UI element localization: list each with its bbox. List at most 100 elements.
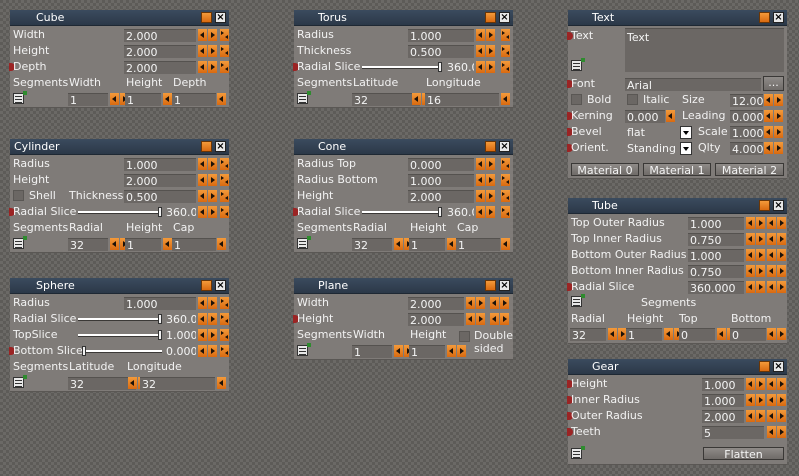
height-field[interactable]: 2.000: [124, 45, 196, 58]
collapse-button[interactable]: [759, 200, 770, 211]
bottom-inner-radius-field[interactable]: 0.750: [688, 265, 744, 278]
radial-slice-spin-arrows-icon[interactable]: [746, 281, 766, 293]
height-field[interactable]: 2.000: [408, 313, 464, 326]
radial-slice-spin-icon[interactable]: [220, 206, 229, 218]
menu-icon[interactable]: [13, 375, 27, 388]
top-inner-spin-arrows-icon[interactable]: [746, 233, 766, 245]
radial-slice-value[interactable]: 360.000: [445, 61, 474, 74]
segments-depth-field[interactable]: 1: [172, 93, 216, 106]
bottom-slice-spin-icon[interactable]: [220, 345, 229, 357]
bottom-slice-slider[interactable]: [82, 345, 162, 358]
menu-icon[interactable]: [297, 236, 311, 249]
slider-knob[interactable]: [82, 346, 86, 356]
width-spin-icon[interactable]: [220, 29, 229, 41]
orient-dropdown-arrow-icon[interactable]: [680, 142, 692, 155]
menu-icon[interactable]: [571, 58, 585, 71]
top-outer-radius-field[interactable]: 1.000: [688, 217, 744, 230]
segments-bottom-field[interactable]: 0: [730, 328, 766, 341]
segments-cap-field[interactable]: 1: [456, 238, 500, 251]
radius-spin-arrows-icon[interactable]: [198, 297, 218, 309]
height-spin-icon[interactable]: [490, 313, 510, 325]
bevel-dropdown-arrow-icon[interactable]: [680, 126, 692, 139]
width-field[interactable]: 2.000: [124, 29, 196, 42]
height-spin-arrows-icon[interactable]: [198, 174, 218, 186]
close-icon[interactable]: ×: [773, 12, 784, 23]
radius-field[interactable]: 1.000: [124, 158, 196, 171]
menu-icon[interactable]: [297, 343, 311, 356]
size-spin-icon[interactable]: [764, 94, 784, 106]
orient-select[interactable]: Standing: [625, 142, 678, 155]
radial-slice-spin-icon[interactable]: [220, 313, 229, 325]
plane-titlebar[interactable]: Plane ×: [294, 278, 513, 294]
radius-bottom-field[interactable]: 1.000: [408, 174, 474, 187]
italic-checkbox[interactable]: [627, 94, 638, 105]
longitude-spin-icon[interactable]: [217, 377, 237, 389]
depth-field[interactable]: 2.000: [124, 61, 196, 74]
flatten-button[interactable]: Flatten: [703, 447, 784, 461]
menu-icon[interactable]: [13, 91, 27, 104]
qlty-spin-icon[interactable]: [764, 142, 784, 154]
outer-radius-spin-icon[interactable]: [767, 410, 787, 422]
top-inner-spin-icon[interactable]: [767, 233, 787, 245]
radial-slice-slider[interactable]: [78, 206, 162, 219]
inner-radius-field[interactable]: 1.000: [702, 394, 744, 407]
scale-field[interactable]: 1.000: [730, 126, 763, 139]
top-slice-spin-arrows-icon[interactable]: [198, 329, 218, 341]
radius-bottom-spin-arrows-icon[interactable]: [476, 174, 496, 186]
bottom-outer-radius-field[interactable]: 1.000: [688, 249, 744, 262]
segments-depth-spin-icon[interactable]: [217, 93, 237, 105]
radius-top-spin-icon[interactable]: [501, 158, 510, 170]
double-sided-checkbox[interactable]: [459, 331, 470, 342]
tube-titlebar[interactable]: Tube ×: [568, 198, 787, 214]
top-inner-radius-field[interactable]: 0.750: [688, 233, 744, 246]
segments-width-field[interactable]: 1: [68, 93, 108, 106]
segments-height-field[interactable]: 1: [409, 345, 445, 358]
bottom-outer-spin-icon[interactable]: [767, 249, 787, 261]
segments-height-field[interactable]: 1: [626, 328, 662, 341]
height-field[interactable]: 2.000: [124, 174, 196, 187]
close-icon[interactable]: ×: [215, 141, 226, 152]
leading-spin-icon[interactable]: [764, 110, 784, 122]
collapse-button[interactable]: [485, 12, 496, 23]
depth-spin-icon[interactable]: [220, 61, 229, 73]
collapse-button[interactable]: [485, 280, 496, 291]
qlty-field[interactable]: 4.000: [730, 142, 763, 155]
height-spin-arrows-icon[interactable]: [746, 378, 766, 390]
cone-titlebar[interactable]: Cone ×: [294, 139, 513, 155]
close-icon[interactable]: ×: [215, 12, 226, 23]
height-field[interactable]: 1.000: [702, 378, 744, 391]
outer-radius-spin-arrows-icon[interactable]: [746, 410, 766, 422]
segments-radial-spin-icon[interactable]: [608, 328, 628, 340]
leading-field[interactable]: 0.000: [730, 110, 763, 123]
sphere-titlebar[interactable]: Sphere ×: [10, 278, 229, 294]
radius-field[interactable]: 1.000: [408, 29, 474, 42]
radial-slice-spin-arrows-icon[interactable]: [198, 206, 218, 218]
segments-cap-spin-icon[interactable]: [501, 238, 521, 250]
top-outer-spin-arrows-icon[interactable]: [746, 217, 766, 229]
segments-cap-spin-icon[interactable]: [217, 238, 237, 250]
radial-slice-field[interactable]: 360.000: [688, 281, 744, 294]
kerning-field[interactable]: 0.000: [625, 110, 665, 123]
torus-titlebar[interactable]: Torus ×: [294, 10, 513, 26]
radius-top-spin-arrows-icon[interactable]: [476, 158, 496, 170]
thickness-spin-arrows-icon[interactable]: [198, 190, 218, 202]
radial-slice-spin-arrows-icon[interactable]: [198, 313, 218, 325]
menu-icon[interactable]: [571, 446, 585, 459]
slider-knob[interactable]: [438, 207, 442, 217]
bevel-select[interactable]: flat: [625, 126, 678, 139]
bottom-slice-spin-arrows-icon[interactable]: [198, 345, 218, 357]
close-icon[interactable]: ×: [773, 361, 784, 372]
segments-radial-field[interactable]: 32: [570, 328, 606, 341]
close-icon[interactable]: ×: [215, 280, 226, 291]
collapse-button[interactable]: [759, 12, 770, 23]
size-field[interactable]: 12.000: [730, 94, 763, 107]
menu-icon[interactable]: [297, 91, 311, 104]
radial-slice-spin-icon[interactable]: [501, 206, 510, 218]
inner-radius-spin-arrows-icon[interactable]: [746, 394, 766, 406]
bottom-outer-spin-arrows-icon[interactable]: [746, 249, 766, 261]
slider-knob[interactable]: [158, 314, 162, 324]
segments-height-field[interactable]: 1: [125, 93, 161, 106]
height-spin-arrows-icon[interactable]: [198, 45, 218, 57]
segments-width-field[interactable]: 1: [352, 345, 392, 358]
collapse-button[interactable]: [201, 141, 212, 152]
